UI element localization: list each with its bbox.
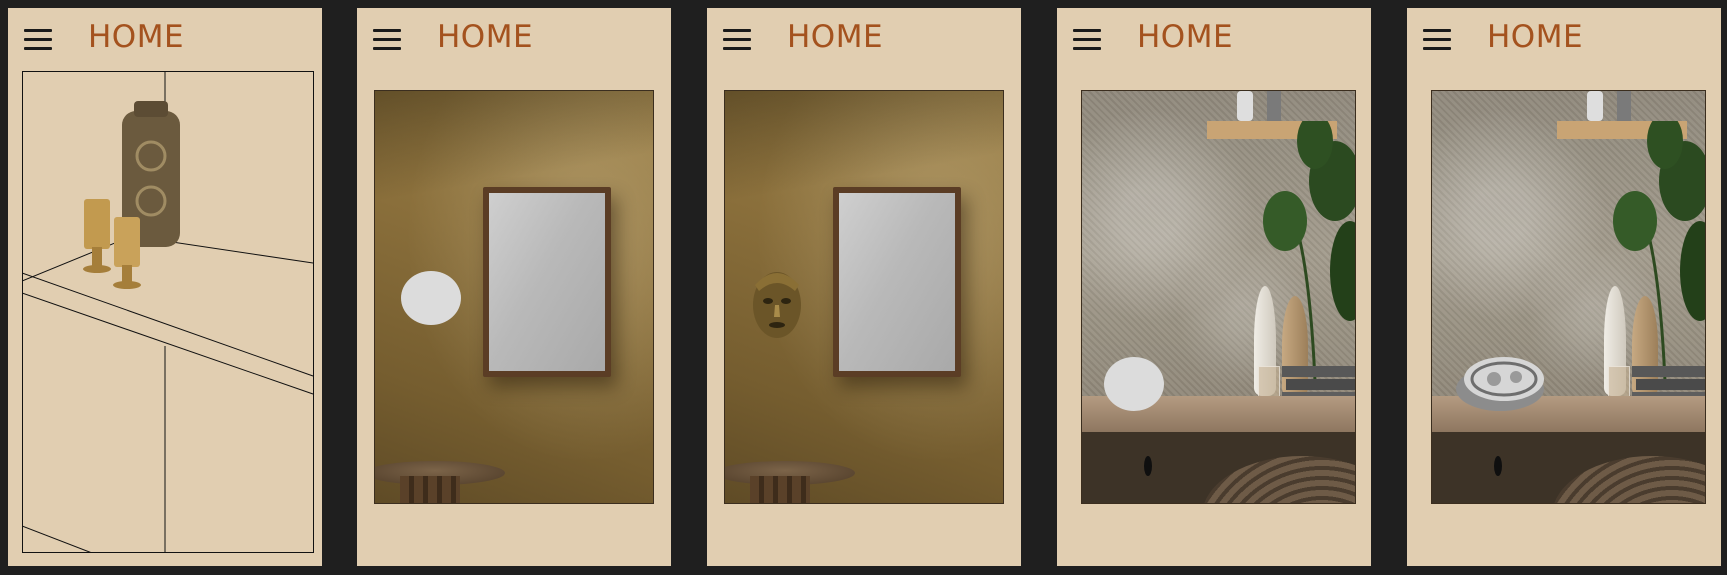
top-bar: HOME [707,8,1021,68]
wall-shadow [725,91,1003,201]
side-table-base [400,476,460,503]
picture-frame [483,187,611,377]
hamburger-menu-icon[interactable] [1423,29,1453,51]
top-bar: HOME [1407,8,1721,68]
vase-and-goblets-image [83,101,180,289]
room-photo [374,90,654,504]
wall-shadow [375,91,653,201]
screen-4: HOME [1057,8,1371,566]
screen-5: HOME [1407,8,1721,566]
room-photo [1431,90,1706,504]
side-table-base [750,476,810,503]
placeholder-hotspot[interactable] [401,271,461,325]
screen-2: HOME [357,8,671,566]
room-photo [1081,90,1356,504]
shelf-vase [1617,91,1631,121]
hamburger-menu-icon[interactable] [24,29,54,51]
placeholder-hotspot[interactable] [1104,357,1164,411]
room-line-drawing [22,71,314,553]
page-title: HOME [787,19,884,55]
screen-3: HOME [707,8,1021,566]
top-bar: HOME [1057,8,1371,68]
page-title: HOME [437,19,534,55]
shelf-vase [1587,91,1603,121]
page-title: HOME [1487,19,1584,55]
screen-1: HOME [8,8,322,566]
silver-box-image[interactable] [1454,349,1546,415]
page-title: HOME [1137,19,1234,55]
picture-frame [833,187,961,377]
top-bar: HOME [357,8,671,68]
bronze-mask-image[interactable] [749,265,805,341]
hamburger-menu-icon[interactable] [723,29,753,51]
page-title: HOME [88,19,185,55]
shelf-vase [1267,91,1281,121]
room-photo [724,90,1004,504]
top-bar: HOME [8,8,322,68]
hamburger-menu-icon[interactable] [1073,29,1103,51]
shelf-vase [1237,91,1253,121]
drawer-knob [1144,456,1152,476]
hamburger-menu-icon[interactable] [373,29,403,51]
drawer-knob [1494,456,1502,476]
